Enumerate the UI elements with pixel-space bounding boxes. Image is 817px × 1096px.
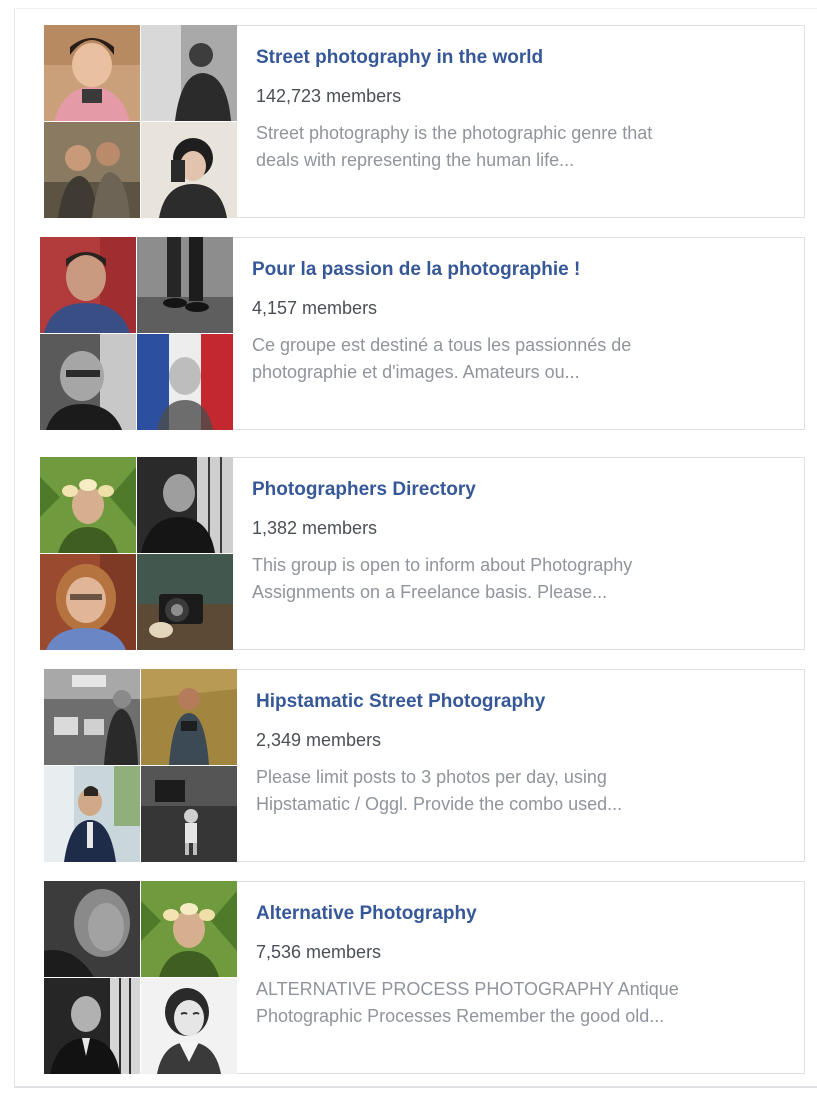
group-title-link[interactable]: Photographers Directory [252,478,794,502]
bw-man-window-photo [137,457,233,553]
flower-crown-woman-photo [141,881,237,977]
group-card[interactable]: Pour la passion de la photographie ! 4,1… [40,237,805,430]
member-count: 2,349 members [256,730,382,750]
boy-with-camera-photo [141,122,237,218]
man-flag-photo [137,334,233,430]
couple-with-camera-photo [44,122,140,218]
group-photo-mosaic[interactable] [44,881,237,1074]
man-in-bw-photo [141,25,237,121]
description-line: Hipstamatic / Oggl. Provide the combo us… [256,794,623,814]
woman-with-camera-photo [44,25,140,121]
group-card[interactable]: Street photography in the world 142,723 … [44,25,805,218]
woman-glasses-photo [40,554,136,650]
group-photo-mosaic[interactable] [40,237,233,430]
bw-man-face-photo [44,881,140,977]
sketch-woman-photo [141,978,237,1074]
man-portrait-photo [40,237,136,333]
description-line: Please limit posts to 3 photos per day, … [256,767,607,787]
bw-man-portrait-photo [44,978,140,1074]
description-line: Street photography is the photographic g… [256,123,653,143]
camera-photo [137,554,233,650]
group-photo-mosaic[interactable] [44,25,237,218]
description-line: This group is open to inform about Photo… [252,555,633,575]
member-count: 1,382 members [252,518,378,538]
group-title-link[interactable]: Pour la passion de la photographie ! [252,258,794,282]
member-count: 142,723 members [256,86,402,106]
group-title-link[interactable]: Hipstamatic Street Photography [256,690,794,714]
group-description: ALTERNATIVE PROCESS PHOTOGRAPHY Antique … [256,976,794,1030]
member-count: 4,157 members [252,298,378,318]
bw-street-signs-photo [44,669,140,765]
description-line: Assignments on a Freelance basis. Please… [252,582,608,602]
group-card[interactable]: Alternative Photography 7,536 members AL… [44,881,805,1074]
group-description: Street photography is the photographic g… [256,120,794,174]
group-description: This group is open to inform about Photo… [252,552,794,606]
group-description: Please limit posts to 3 photos per day, … [256,764,794,818]
description-line: photographie et d'images. Amateurs ou... [252,362,580,382]
flower-crown-woman-photo [40,457,136,553]
group-card[interactable]: Photographers Directory 1,382 members Th… [40,457,805,650]
group-photo-mosaic[interactable] [44,669,237,862]
group-title-link[interactable]: Street photography in the world [256,46,794,70]
bw-legs-photo [137,237,233,333]
man-in-grass-photo [141,669,237,765]
description-line: Photographic Processes Remember the good… [256,1006,665,1026]
description-line: Ce groupe est destiné a tous les passion… [252,335,632,355]
group-card[interactable]: Hipstamatic Street Photography 2,349 mem… [44,669,805,862]
man-in-suit-photo [44,766,140,862]
description-line: deals with representing the human life..… [256,150,575,170]
bw-smiling-man-photo [40,334,136,430]
group-description: Ce groupe est destiné a tous les passion… [252,332,794,386]
description-line: ALTERNATIVE PROCESS PHOTOGRAPHY Antique [256,979,679,999]
member-count: 7,536 members [256,942,382,962]
bw-child-photo [141,766,237,862]
group-photo-mosaic[interactable] [40,457,233,650]
group-title-link[interactable]: Alternative Photography [256,902,794,926]
